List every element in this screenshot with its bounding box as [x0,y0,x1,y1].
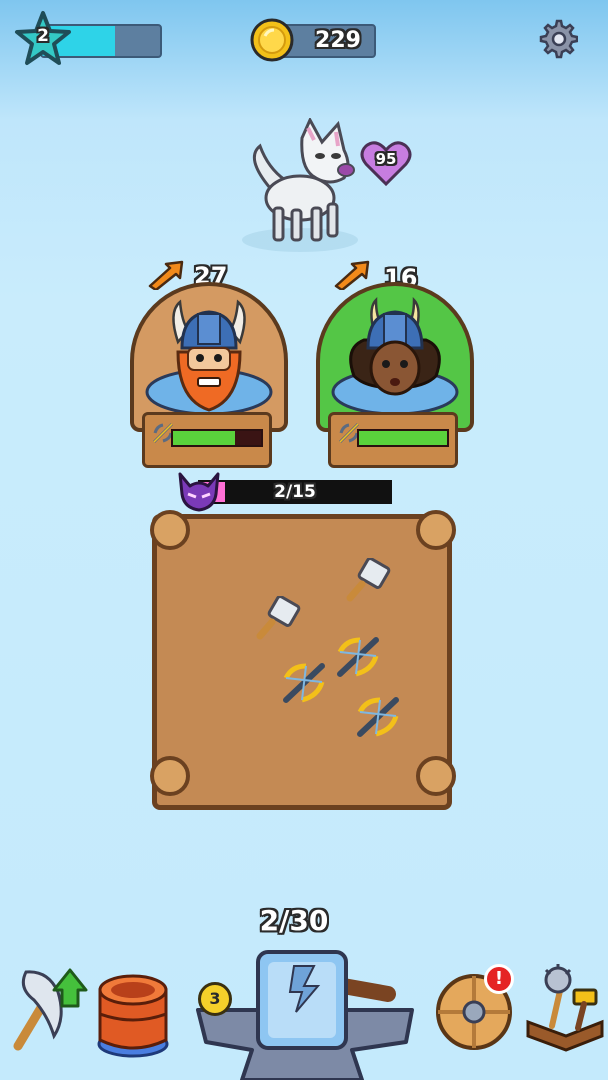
red-beard-viking-icon [145,299,273,416]
hero-1-health-bar [171,429,263,447]
enemy-wolf[interactable] [240,118,370,258]
crossbow-icon[interactable] [354,694,402,740]
hero-card-2[interactable]: 16 [314,260,484,472]
demon-icon [178,472,220,512]
axe-upgrade-icon [13,968,88,1051]
forge-anvil-button[interactable]: 3 [192,946,418,1080]
barrel-button[interactable] [96,970,169,1058]
hero-2-health-bar [357,429,449,447]
forge-badge: 3 [198,982,232,1016]
crossbow-icon[interactable] [334,634,382,680]
cleaver-icon[interactable] [344,558,392,602]
wolf-icon [242,118,358,252]
cleaver-icon[interactable] [254,596,302,640]
viking-woman-icon [331,296,459,416]
crossbow-icon[interactable] [280,660,328,706]
attack-power-icon [148,260,184,290]
board-corner-log [416,756,456,796]
attack-power-icon [334,260,370,290]
board-corner-log [150,510,190,550]
barrel-icon [97,974,169,1058]
wave-progress-text: 2/15 [274,482,316,502]
enemy-health-heart: 95 [360,140,412,186]
board-corner-log [416,510,456,550]
hero-1-health-fill [173,431,235,445]
hero-card-1[interactable]: 27 [128,260,298,472]
wave-progress-bar: 2/15 [198,480,392,504]
hero-2-portrait [316,282,474,432]
anvil-hammer-icon [196,950,414,1080]
enemy-health-value: 95 [375,150,397,168]
hero-1-portrait [130,282,288,432]
forge-badge-count: 3 [209,989,221,1008]
hero-2-stat-plank [328,412,458,468]
hero-1-stat-plank [142,412,272,468]
board-corner-log [150,756,190,796]
gear-icon[interactable] [536,18,578,60]
coin-amount: 229 [315,28,361,53]
weapon-rack-icon [526,964,604,1052]
alert-badge: ! [484,964,514,994]
merge-count: 2/30 [259,904,329,937]
shield-button[interactable]: ! [434,960,518,1056]
coin-icon [250,18,294,62]
upgrade-weapon-button[interactable] [8,966,88,1051]
level-indicator[interactable]: 2 [14,10,164,70]
weapons-shop-button[interactable] [522,962,606,1058]
level-number: 2 [37,26,49,46]
wave-progress: 2/15 [176,470,396,512]
alert-exclamation-icon: ! [494,968,504,989]
hero-2-health-fill [359,431,447,445]
